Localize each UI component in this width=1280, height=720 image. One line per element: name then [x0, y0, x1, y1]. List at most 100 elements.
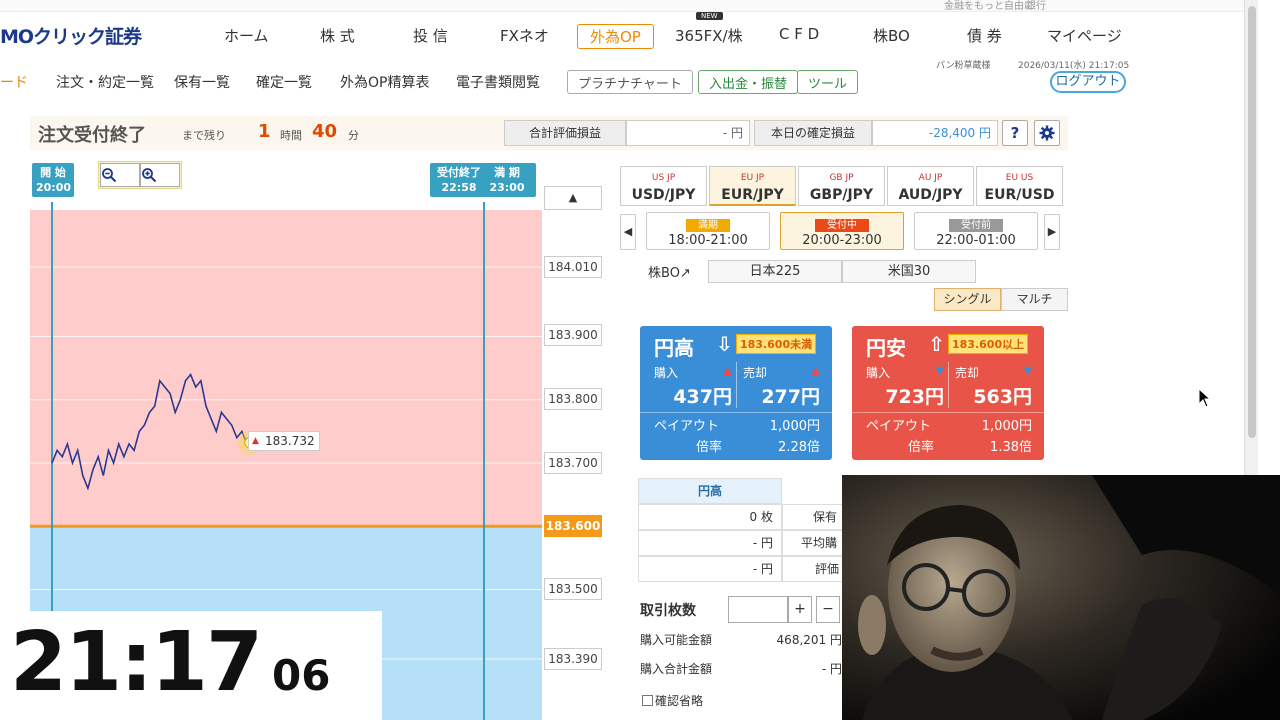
webcam-overlay: [842, 475, 1280, 720]
price-tick: 183.900: [544, 324, 602, 346]
stock-bo-nikkei225[interactable]: 日本225: [708, 260, 842, 283]
rate-value: 2.28倍: [778, 440, 820, 455]
pair-tab-eurjpy[interactable]: EU JP EUR/JPY: [709, 166, 796, 206]
nav-stocks[interactable]: 株 式: [320, 25, 355, 46]
mode-single-button[interactable]: シングル: [934, 288, 1001, 311]
pair-name: EUR/JPY: [721, 187, 784, 203]
sell-label: 売却: [743, 366, 768, 380]
page-scrollbar[interactable]: [1244, 0, 1258, 475]
buy-label: 購入: [866, 366, 891, 380]
quantity-input[interactable]: [728, 596, 788, 623]
nav-bonds[interactable]: 債 券: [967, 25, 1002, 46]
expiry-time: 23:00: [489, 181, 525, 194]
available-amount-label: 購入可能金額: [640, 633, 713, 647]
rate-label: 倍率: [908, 440, 935, 455]
deadline-label: 受付終了: [437, 166, 481, 179]
zoom-out-button[interactable]: [100, 163, 140, 187]
clock-hours-minutes: 21:17: [10, 615, 263, 710]
subnav-orders[interactable]: 注文・約定一覧: [56, 72, 154, 92]
yen-low-sell-button[interactable]: 売却 ▼ 563円: [948, 362, 1036, 408]
nav-home[interactable]: ホーム: [224, 25, 269, 46]
yen-low-panel: 円安 ⇧ 183.600以上 購入 ▼ 723円 売却 ▼ 563円 ペイアウト…: [852, 326, 1044, 460]
up-triangle-icon: ▲: [811, 364, 820, 377]
pair-tab-usdjpy[interactable]: US JP USD/JPY: [620, 166, 707, 206]
panel-title: 円安: [866, 336, 906, 360]
today-pl-value: -28,400 円: [872, 120, 998, 146]
remain-hours: 1: [258, 121, 271, 142]
position-header: 円高: [638, 478, 782, 504]
round-prev-button[interactable]: ◀: [620, 214, 636, 250]
pair-tab-gbpjpy[interactable]: GB JP GBP/JPY: [798, 166, 885, 206]
nav-cfd[interactable]: C F D: [779, 25, 819, 43]
total-eval-label: 合計評価損益: [504, 120, 626, 146]
available-amount-value: 468,201 円: [776, 633, 842, 647]
pair-flags: GB JP: [829, 173, 854, 183]
rate-label: 倍率: [696, 440, 723, 455]
yen-high-sell-button[interactable]: 売却 ▲ 277円: [736, 362, 824, 408]
tools-button[interactable]: ツール: [797, 70, 859, 94]
pair-tab-eurusd[interactable]: EU US EUR/USD: [976, 166, 1063, 206]
avg-price-label: 平均購: [782, 530, 848, 556]
pair-name: AUD/JPY: [898, 187, 963, 203]
platinum-chart-button[interactable]: プラチナチャート: [567, 70, 693, 94]
payout-row: ペイアウト 1,000円: [640, 412, 832, 434]
round-tab-2000[interactable]: 受付中 20:00-23:00: [780, 212, 904, 250]
nav-funds[interactable]: 投 信: [413, 25, 448, 46]
holding-label: 保有: [782, 504, 848, 530]
logo[interactable]: MOクリック証券: [0, 22, 142, 49]
round-tab-2200[interactable]: 受付前 22:00-01:00: [914, 212, 1038, 250]
yen-low-buy-button[interactable]: 購入 ▼ 723円: [860, 362, 948, 408]
subnav-partial[interactable]: ード: [0, 72, 28, 92]
deposit-transfer-button[interactable]: 入出金・振替: [698, 70, 799, 94]
round-next-button[interactable]: ▶: [1044, 214, 1060, 250]
zoom-in-button[interactable]: [140, 163, 180, 187]
stock-bo-us30[interactable]: 米国30: [842, 260, 976, 283]
logout-button[interactable]: ログアウト: [1050, 71, 1126, 93]
purchase-total-label: 購入合計金額: [640, 662, 713, 676]
checkbox-icon: [642, 695, 653, 706]
page: 金融をもっと自由に 銀行 MOクリック証券 ホーム 株 式 投 信 FXネオ 外…: [0, 0, 1280, 720]
nav-fx-option[interactable]: 外為OP: [577, 24, 654, 49]
nav-mypage[interactable]: マイページ: [1047, 25, 1122, 46]
purchase-total-value: - 円: [821, 662, 842, 676]
quantity-label: 取引枚数: [640, 603, 696, 619]
stock-bo-link[interactable]: 株BO↗: [648, 262, 691, 281]
pair-tab-audjpy[interactable]: AU JP AUD/JPY: [887, 166, 974, 206]
subnav-documents[interactable]: 電子書類閲覧: [456, 72, 540, 92]
buy-price: 723円: [885, 386, 944, 408]
sell-label: 売却: [955, 366, 980, 380]
quantity-minus-button[interactable]: −: [816, 596, 840, 623]
nav-365fx[interactable]: 365FX/株: [675, 25, 743, 46]
yen-high-buy-button[interactable]: 購入 ▲ 437円: [648, 362, 736, 408]
clock-seconds: 06: [272, 651, 331, 700]
price-tick: 184.010: [544, 256, 602, 278]
chart-scroll-up-button[interactable]: ▲: [544, 186, 602, 210]
buy-label: 購入: [654, 366, 679, 380]
mode-multi-button[interactable]: マルチ: [1001, 288, 1068, 311]
round-time: 20:00-23:00: [802, 233, 882, 248]
nav-stock-bo[interactable]: 株BO: [873, 25, 910, 46]
payout-row: ペイアウト 1,000円: [852, 412, 1044, 434]
pair-flags: AU JP: [918, 173, 943, 183]
current-price: 183.732: [265, 434, 315, 448]
confirm-skip-checkbox[interactable]: 確認省略: [642, 692, 703, 709]
pair-name: USD/JPY: [631, 187, 696, 203]
quantity-plus-button[interactable]: +: [788, 596, 812, 623]
down-triangle-icon: ▼: [935, 364, 944, 377]
down-triangle-icon: ▼: [1023, 364, 1032, 377]
expiry-label: 満 期: [494, 166, 520, 179]
current-price-label: ▲ 183.732: [248, 431, 320, 451]
deadline-time: 22:58: [441, 181, 477, 194]
nav-fx-neo[interactable]: FXネオ: [500, 25, 549, 46]
clock-overlay: 21:17 06: [0, 611, 382, 720]
eval-label: 評価: [782, 556, 848, 582]
round-tab-1800[interactable]: 満期 18:00-21:00: [646, 212, 770, 250]
scrollbar-thumb[interactable]: [1248, 6, 1256, 438]
gear-icon[interactable]: [1034, 120, 1060, 146]
subnav-holdings[interactable]: 保有一覧: [174, 72, 230, 92]
subnav-settled[interactable]: 確定一覧: [256, 72, 312, 92]
panel-condition: 183.600以上: [948, 334, 1029, 354]
bank-link[interactable]: 銀行: [1026, 0, 1046, 12]
help-button[interactable]: ?: [1002, 120, 1028, 146]
subnav-settlement-table[interactable]: 外為OP精算表: [340, 72, 429, 92]
